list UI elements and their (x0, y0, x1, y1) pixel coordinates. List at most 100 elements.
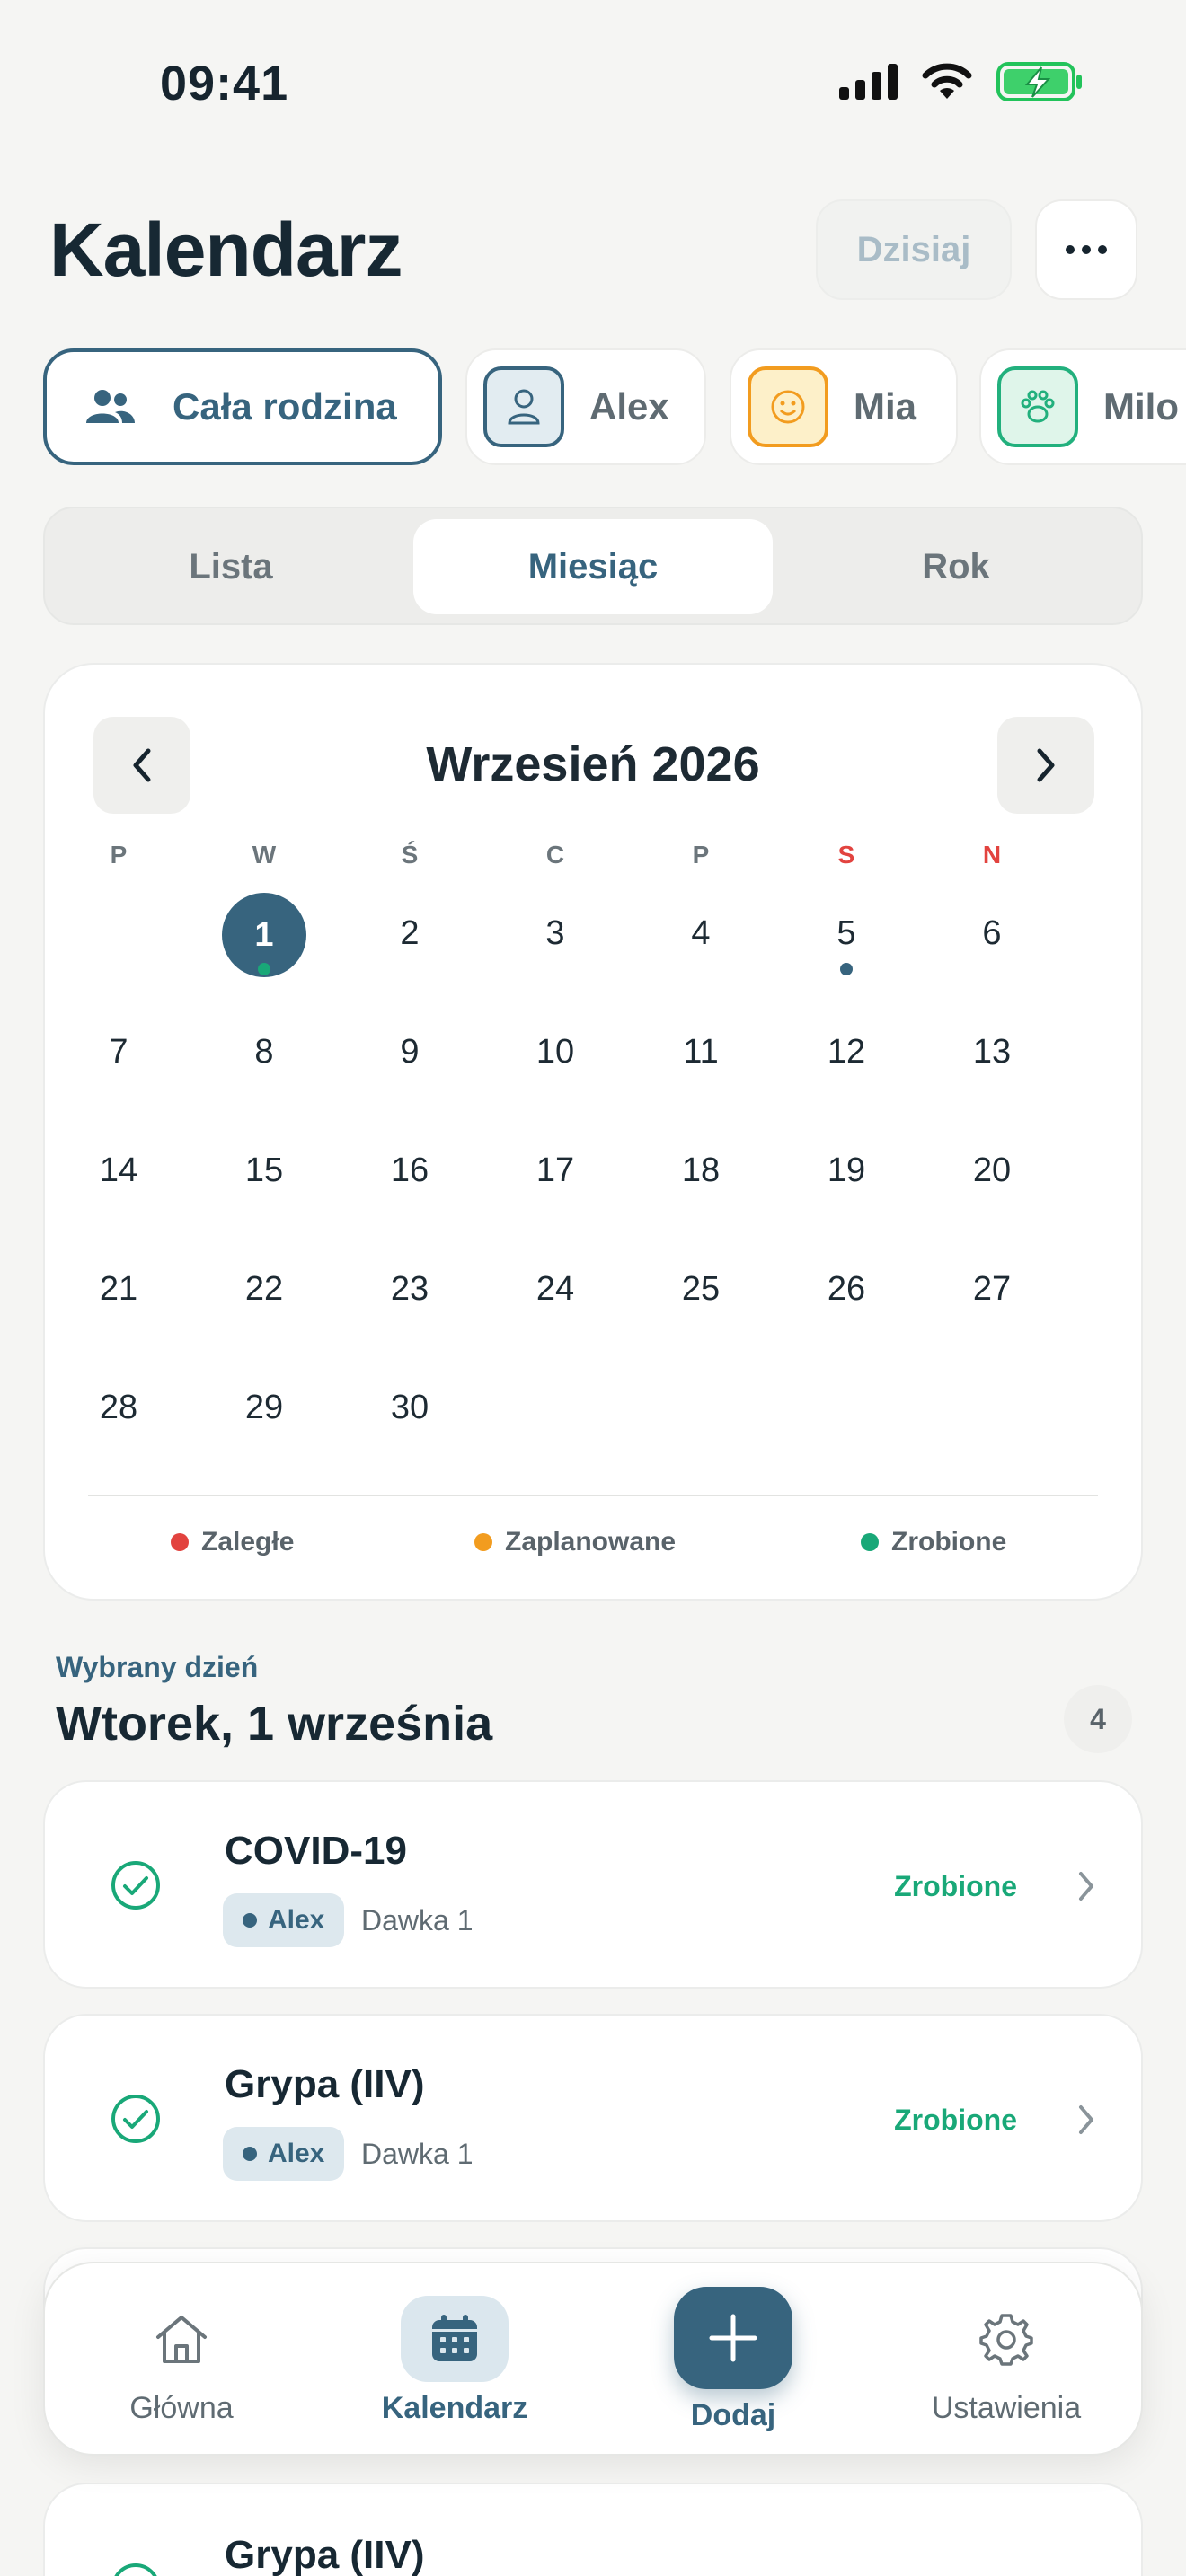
calendar-day[interactable]: 16 (365, 1151, 455, 1190)
legend-overdue: Zaległe (171, 1527, 294, 1557)
person-tag: Alex (223, 1893, 345, 1947)
tab-year[interactable]: Rok (780, 519, 1132, 614)
nav-calendar[interactable]: Kalendarz (338, 2263, 571, 2457)
calendar-day[interactable]: 13 (947, 1033, 1037, 1072)
event-dot-icon (258, 963, 270, 975)
scheduled-dot-icon (474, 1533, 492, 1551)
event-title: Grypa (IIV) (225, 2533, 425, 2576)
weekday-label: P (692, 841, 710, 869)
calendar-icon (432, 2315, 477, 2361)
check-circle-icon (111, 1861, 160, 1910)
selected-day-title: Wtorek, 1 września (56, 1697, 493, 1751)
calendar-day[interactable]: 18 (656, 1151, 746, 1190)
next-month-button[interactable] (997, 717, 1094, 814)
weekday-label: C (545, 841, 565, 869)
profile-chip-label: Milo (1103, 385, 1179, 428)
month-title: Wrzesień 2026 (426, 737, 760, 791)
page-title: Kalendarz (49, 207, 403, 292)
check-circle-icon (111, 2095, 160, 2143)
event-card[interactable]: Grypa (IIV) (43, 2483, 1143, 2576)
calendar-day[interactable]: 10 (510, 1033, 600, 1072)
calendar-day[interactable]: 2 (365, 914, 455, 953)
nav-settings[interactable]: Ustawienia (890, 2263, 1123, 2457)
smiley-icon (771, 390, 805, 424)
chevron-right-icon (1079, 2105, 1093, 2134)
chevron-right-icon (1037, 748, 1055, 782)
calendar-day[interactable]: 5 (801, 914, 891, 953)
calendar-day[interactable]: 27 (947, 1270, 1037, 1309)
alex-avatar (483, 366, 564, 447)
calendar-day[interactable]: 12 (801, 1033, 891, 1072)
calendar-day[interactable]: 28 (74, 1389, 164, 1427)
event-dot-icon (840, 963, 853, 975)
weekday-label: S (837, 841, 855, 869)
add-label: Dodaj (690, 2398, 776, 2432)
calendar-day[interactable]: 30 (365, 1389, 455, 1427)
weekday-label: W (252, 841, 277, 869)
chevron-right-icon (1079, 1872, 1093, 1901)
profile-chip-mia[interactable]: Mia (730, 348, 958, 465)
profile-chip-family[interactable]: Cała rodzina (43, 348, 442, 465)
calendar-day[interactable]: 25 (656, 1270, 746, 1309)
legend-divider (88, 1495, 1098, 1496)
calendar-day[interactable]: 6 (947, 914, 1037, 953)
selected-day-label: Wybrany dzień (56, 1651, 259, 1683)
view-segmented-control: Lista Miesiąc Rok (43, 507, 1143, 625)
calendar-day[interactable]: 11 (656, 1033, 746, 1072)
tab-month[interactable]: Miesiąc (413, 519, 773, 614)
person-tag: Alex (223, 2127, 345, 2181)
profile-chip-label: Alex (589, 385, 669, 428)
legend-done: Zrobione (861, 1527, 1006, 1557)
milo-avatar (997, 366, 1078, 447)
calendar-day[interactable]: 24 (510, 1270, 600, 1309)
battery-charging-icon (996, 62, 1082, 101)
wifi-icon (922, 63, 972, 99)
profile-chip-label: Cała rodzina (173, 385, 397, 428)
family-icon (86, 390, 135, 423)
weekday-label: Ś (401, 841, 419, 869)
calendar-day[interactable]: 7 (74, 1033, 164, 1072)
event-dose: Dawka 1 (361, 2138, 474, 2170)
profile-chip-milo[interactable]: Milo (979, 348, 1186, 465)
nav-home[interactable]: Główna (65, 2263, 298, 2457)
check-circle-icon (114, 2563, 157, 2576)
calendar-day[interactable]: 8 (219, 1033, 309, 1072)
event-title: COVID-19 (225, 1829, 407, 1873)
status-icons (839, 61, 1083, 102)
calendar-day[interactable]: 15 (219, 1151, 309, 1190)
event-dose: Dawka 1 (361, 1904, 474, 1936)
cellular-signal-icon (839, 64, 898, 100)
event-status: Zrobione (894, 2104, 1017, 2136)
legend-scheduled: Zaplanowane (474, 1527, 676, 1557)
calendar-day[interactable]: 21 (74, 1270, 164, 1309)
profile-chip-label: Mia (854, 385, 917, 428)
add-button[interactable] (674, 2287, 792, 2389)
mia-avatar (748, 366, 828, 447)
today-button[interactable]: Dzisiaj (816, 199, 1012, 300)
event-count-badge: 4 (1064, 1685, 1132, 1753)
calendar-day[interactable]: 22 (219, 1270, 309, 1309)
weekday-label: P (110, 841, 128, 869)
calendar-day[interactable]: 23 (365, 1270, 455, 1309)
more-options-button[interactable] (1035, 199, 1137, 300)
calendar-day[interactable]: 3 (510, 914, 600, 953)
calendar-day[interactable]: 9 (365, 1033, 455, 1072)
calendar-card: Wrzesień 2026 PWŚCPSN 1 2 3 4 5 6 7 8 9 10 11 12 13 1… (43, 663, 1143, 1601)
calendar-day[interactable]: 20 (947, 1151, 1037, 1190)
calendar-day[interactable]: 29 (219, 1389, 309, 1427)
event-card[interactable]: Grypa (IIV) Alex Dawka 1 Zrobione (43, 2014, 1143, 2222)
calendar-day[interactable]: 4 (656, 914, 746, 953)
gear-icon (979, 2314, 1033, 2366)
bottom-navigation: Główna Kalendarz Dodaj Ustawienia (43, 2262, 1143, 2456)
weekday-label: N (982, 841, 1002, 869)
paw-icon (1021, 390, 1055, 423)
calendar-day[interactable]: 19 (801, 1151, 891, 1190)
calendar-day[interactable]: 14 (74, 1151, 164, 1190)
profile-chip-alex[interactable]: Alex (465, 348, 706, 465)
calendar-day[interactable]: 17 (510, 1151, 600, 1190)
event-card[interactable]: COVID-19 Alex Dawka 1 Zrobione (43, 1780, 1143, 1989)
tab-list[interactable]: Lista (56, 519, 406, 614)
done-dot-icon (861, 1533, 879, 1551)
plus-icon (709, 2314, 757, 2362)
calendar-day[interactable]: 26 (801, 1270, 891, 1309)
